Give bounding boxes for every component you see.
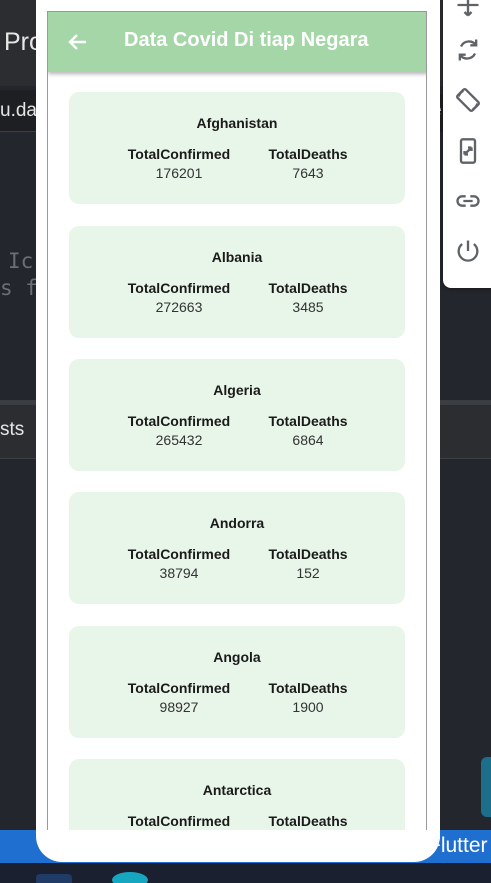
country-card[interactable]: Andorra TotalConfirmed 38794 TotalDeaths…: [69, 492, 405, 604]
deaths-label: TotalDeaths: [268, 546, 348, 562]
confirmed-value: 98927: [159, 699, 199, 715]
deaths-column: TotalDeaths 6864: [267, 413, 349, 448]
deaths-label: TotalDeaths: [268, 413, 348, 429]
country-name: Afghanistan: [196, 115, 278, 131]
deaths-label: TotalDeaths: [268, 280, 348, 296]
rotate-icon[interactable]: [451, 33, 485, 67]
country-name: Angola: [213, 649, 261, 665]
ide-editor-tab-label: u.da: [0, 100, 37, 121]
deaths-value: 3485: [292, 299, 324, 315]
app-bar: Data Covid Di tiap Negara: [48, 12, 426, 72]
taskbar-app-icon[interactable]: [36, 874, 72, 883]
confirmed-column: TotalConfirmed 265432: [125, 413, 233, 448]
confirmed-value: 38794: [159, 565, 199, 581]
confirmed-label: TotalConfirmed: [127, 813, 231, 829]
deaths-column: TotalDeaths 1900: [267, 680, 349, 715]
deaths-column: TotalDeaths 152: [267, 546, 349, 581]
ide-code-line: s f: [0, 276, 38, 300]
confirmed-column: TotalConfirmed 98927: [125, 680, 233, 715]
ide-code-line: Ic: [8, 249, 34, 273]
country-name: Antarctica: [202, 782, 272, 798]
back-button[interactable]: [64, 28, 92, 56]
rotate-screen-icon[interactable]: [451, 83, 485, 117]
country-card[interactable]: Albania TotalConfirmed 272663 TotalDeath…: [69, 226, 405, 338]
country-card[interactable]: Antarctica TotalConfirmed TotalDeaths: [69, 759, 405, 830]
confirmed-value: 176201: [155, 165, 203, 181]
deaths-column: TotalDeaths: [267, 813, 349, 830]
country-name: Algeria: [213, 382, 261, 398]
confirmed-label: TotalConfirmed: [127, 280, 231, 296]
confirmed-column: TotalConfirmed: [125, 813, 233, 830]
deaths-value: 152: [296, 565, 320, 581]
country-card[interactable]: Angola TotalConfirmed 98927 TotalDeaths …: [69, 626, 405, 738]
deaths-label: TotalDeaths: [268, 813, 348, 829]
link-icon[interactable]: [451, 184, 485, 218]
confirmed-value: 265432: [155, 432, 203, 448]
device-screen: Data Covid Di tiap Negara Afghanistan To…: [47, 11, 427, 830]
country-name: Andorra: [209, 515, 265, 531]
confirmed-column: TotalConfirmed 38794: [125, 546, 233, 581]
deaths-label: TotalDeaths: [268, 146, 348, 162]
deaths-value: 6864: [292, 432, 324, 448]
page-title: Data Covid Di tiap Negara: [124, 29, 369, 51]
power-icon[interactable]: [451, 234, 485, 268]
ide-bottom-panel-title[interactable]: sts: [0, 419, 24, 441]
deaths-value: 1900: [292, 699, 324, 715]
country-name: Albania: [211, 249, 263, 265]
confirmed-column: TotalConfirmed 176201: [125, 146, 233, 181]
os-taskbar: [0, 863, 491, 883]
confirmed-label: TotalConfirmed: [127, 146, 231, 162]
deaths-label: TotalDeaths: [268, 680, 348, 696]
confirmed-label: TotalConfirmed: [127, 413, 231, 429]
confirmed-column: TotalConfirmed 272663: [125, 280, 233, 315]
deaths-column: TotalDeaths 3485: [267, 280, 349, 315]
move-icon[interactable]: [451, 0, 485, 22]
country-card[interactable]: Afghanistan TotalConfirmed 176201 TotalD…: [69, 92, 405, 204]
confirmed-label: TotalConfirmed: [127, 546, 231, 562]
ide-side-widget[interactable]: [481, 757, 491, 817]
deaths-value: 7643: [292, 165, 324, 181]
confirmed-label: TotalConfirmed: [127, 680, 231, 696]
arrow-back-icon: [68, 34, 86, 50]
deaths-column: TotalDeaths 7643: [267, 146, 349, 181]
confirmed-value: 272663: [155, 299, 203, 315]
taskbar-app-icon[interactable]: [112, 872, 148, 883]
resize-icon[interactable]: [451, 134, 485, 168]
country-card[interactable]: Algeria TotalConfirmed 265432 TotalDeath…: [69, 359, 405, 471]
